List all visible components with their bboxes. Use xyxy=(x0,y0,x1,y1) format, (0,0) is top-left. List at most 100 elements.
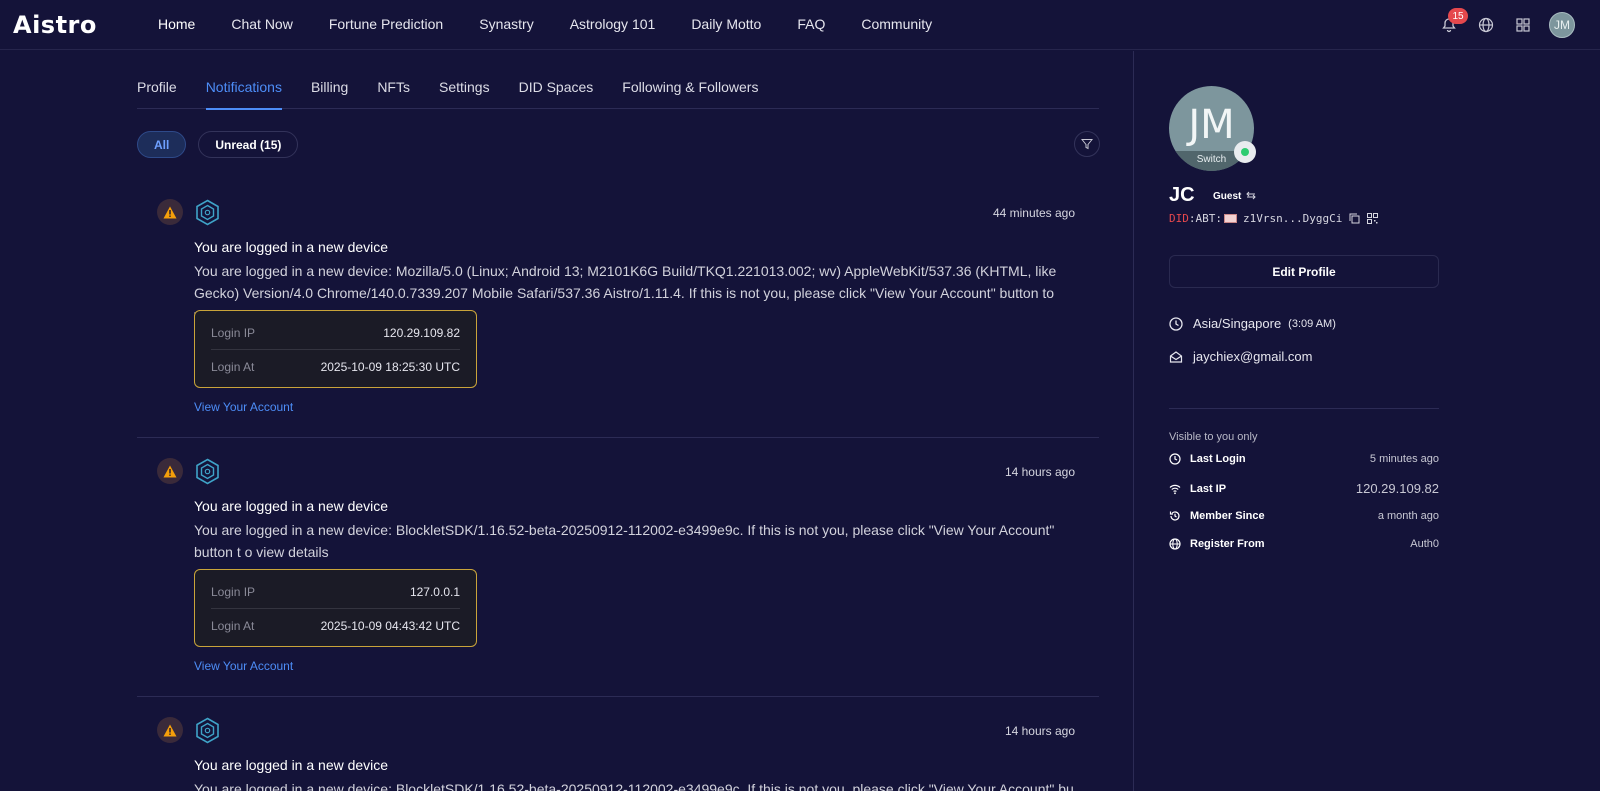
did-value: z1Vrsn...DyggCi xyxy=(1243,212,1343,225)
notification-time: 14 hours ago xyxy=(1004,465,1075,479)
stat-value: 5 minutes ago xyxy=(1369,453,1439,465)
view-account-link[interactable]: View Your Account xyxy=(194,659,293,673)
nav-daily-motto[interactable]: Daily Motto xyxy=(691,16,761,32)
main-nav: Home Chat Now Fortune Prediction Synastr… xyxy=(158,16,968,32)
edit-profile-button[interactable]: Edit Profile xyxy=(1169,255,1439,288)
qr-code-button[interactable] xyxy=(1367,213,1379,224)
login-at-value: 2025-10-09 04:43:42 UTC xyxy=(320,618,460,633)
user-avatar[interactable]: JM xyxy=(1549,12,1575,38)
filter-unread-chip[interactable]: Unread (15) xyxy=(198,131,299,158)
filter-all-chip[interactable]: All xyxy=(137,131,187,158)
top-actions: 15 JM xyxy=(1425,8,1575,38)
login-ip-row: Login IP 120.29.109.82 xyxy=(211,316,460,349)
nav-community[interactable]: Community xyxy=(861,16,932,32)
stat-label: Last Login xyxy=(1190,453,1246,465)
tab-notifications[interactable]: Notifications xyxy=(205,66,283,110)
copy-button[interactable] xyxy=(1349,213,1360,224)
mail-icon xyxy=(1169,350,1185,364)
notifications-button[interactable]: 15 xyxy=(1436,8,1468,38)
login-ip-value: 127.0.0.1 xyxy=(409,584,460,599)
local-time-value: (3:09 AM) xyxy=(1288,317,1336,330)
globe-icon xyxy=(1169,538,1183,550)
email-row: jaychiex@gmail.com xyxy=(1169,349,1312,364)
warning-icon xyxy=(157,717,183,743)
login-info-box: Login IP 127.0.0.1 Login At 2025-10-09 0… xyxy=(194,569,477,647)
stat-label: Member Since xyxy=(1190,510,1265,522)
app-logo[interactable]: Aistro xyxy=(13,11,97,39)
filter-button[interactable] xyxy=(1074,131,1100,157)
swap-icon xyxy=(1246,191,1257,200)
clock-icon xyxy=(1169,453,1183,465)
stat-value: Auth0 xyxy=(1410,538,1439,550)
history-icon xyxy=(1169,510,1183,522)
login-at-value: 2025-10-09 18:25:30 UTC xyxy=(320,359,460,374)
did-avatar-icon xyxy=(1224,214,1237,223)
stat-member-since: Member Since a month ago xyxy=(1169,510,1439,522)
warning-icon xyxy=(157,458,183,484)
did-prefix: DID xyxy=(1169,212,1189,225)
tab-nfts[interactable]: NFTs xyxy=(377,66,410,109)
notification-body: You are logged in a new device: Blocklet… xyxy=(194,781,1074,791)
app-hex-icon xyxy=(196,199,219,226)
app-hex-icon xyxy=(196,458,219,485)
login-ip-value: 120.29.109.82 xyxy=(383,325,460,340)
language-button[interactable] xyxy=(1473,12,1499,38)
clock-icon xyxy=(1169,316,1185,331)
tab-following-followers[interactable]: Following & Followers xyxy=(622,66,758,109)
stat-value: a month ago xyxy=(1377,510,1439,522)
privacy-note: Visible to you only xyxy=(1169,431,1258,443)
stat-last-login: Last Login 5 minutes ago xyxy=(1169,453,1439,465)
login-info-box: Login IP 120.29.109.82 Login At 2025-10-… xyxy=(194,310,477,388)
top-navigation-bar: Aistro Home Chat Now Fortune Prediction … xyxy=(0,0,1600,50)
login-at-label: Login At xyxy=(211,359,255,374)
login-at-row: Login At 2025-10-09 18:25:30 UTC xyxy=(211,350,460,383)
sidebar-divider xyxy=(1169,408,1439,409)
profile-name: JC xyxy=(1169,184,1195,206)
stat-register-from: Register From Auth0 xyxy=(1169,538,1439,550)
nav-astrology-101[interactable]: Astrology 101 xyxy=(570,16,656,32)
notification-title: You are logged in a new device xyxy=(194,498,389,514)
login-at-row: Login At 2025-10-09 04:43:42 UTC xyxy=(211,609,460,642)
stat-label: Last IP xyxy=(1190,482,1227,495)
login-at-label: Login At xyxy=(211,618,255,633)
login-ip-row: Login IP 127.0.0.1 xyxy=(211,575,460,608)
globe-icon xyxy=(1478,17,1494,33)
nav-fortune-prediction[interactable]: Fortune Prediction xyxy=(329,16,443,32)
stat-label: Register From xyxy=(1190,538,1265,550)
nav-chat-now[interactable]: Chat Now xyxy=(231,16,292,32)
notification-time: 14 hours ago xyxy=(1004,724,1075,738)
funnel-icon xyxy=(1081,139,1093,150)
notification-filters: All Unread (15) xyxy=(137,131,310,158)
copy-icon xyxy=(1349,213,1360,224)
notification-time: 44 minutes ago xyxy=(992,206,1075,220)
tab-billing[interactable]: Billing xyxy=(311,66,348,109)
timezone-row: Asia/Singapore (3:09 AM) xyxy=(1169,316,1336,331)
notification-item[interactable]: 14 hours ago You are logged in a new dev… xyxy=(137,717,1099,791)
warning-icon xyxy=(157,199,183,225)
timezone-value: Asia/Singapore xyxy=(1193,316,1282,331)
apps-button[interactable] xyxy=(1510,12,1536,38)
grid-icon xyxy=(1516,18,1530,32)
app-hex-icon xyxy=(196,717,219,744)
did-method: :ABT: xyxy=(1188,212,1222,225)
tab-did-spaces[interactable]: DID Spaces xyxy=(519,66,594,109)
login-ip-label: Login IP xyxy=(211,584,256,599)
nav-faq[interactable]: FAQ xyxy=(797,16,825,32)
online-status-indicator xyxy=(1234,141,1256,163)
login-ip-label: Login IP xyxy=(211,325,256,340)
qr-code-icon xyxy=(1367,213,1379,224)
tab-profile[interactable]: Profile xyxy=(137,66,177,109)
profile-tabs: Profile Notifications Billing NFTs Setti… xyxy=(137,66,1099,110)
wifi-icon xyxy=(1169,483,1183,495)
nav-home[interactable]: Home xyxy=(158,16,195,32)
view-account-link[interactable]: View Your Account xyxy=(194,400,293,414)
nav-synastry[interactable]: Synastry xyxy=(479,16,533,32)
notification-item[interactable]: 44 minutes ago You are logged in a new d… xyxy=(137,199,1099,438)
role-label: Guest xyxy=(1213,190,1242,202)
notification-item[interactable]: 14 hours ago You are logged in a new dev… xyxy=(137,458,1099,697)
profile-sidebar: JM Switch JC Guest DID :ABT: z1Vrsn...Dy… xyxy=(1133,51,1600,791)
notification-body: You are logged in a new device: Blocklet… xyxy=(194,522,1055,560)
tab-settings[interactable]: Settings xyxy=(439,66,490,109)
role-switch-chip[interactable]: Guest xyxy=(1207,187,1263,205)
stat-value: 120.29.109.82 xyxy=(1355,481,1439,496)
